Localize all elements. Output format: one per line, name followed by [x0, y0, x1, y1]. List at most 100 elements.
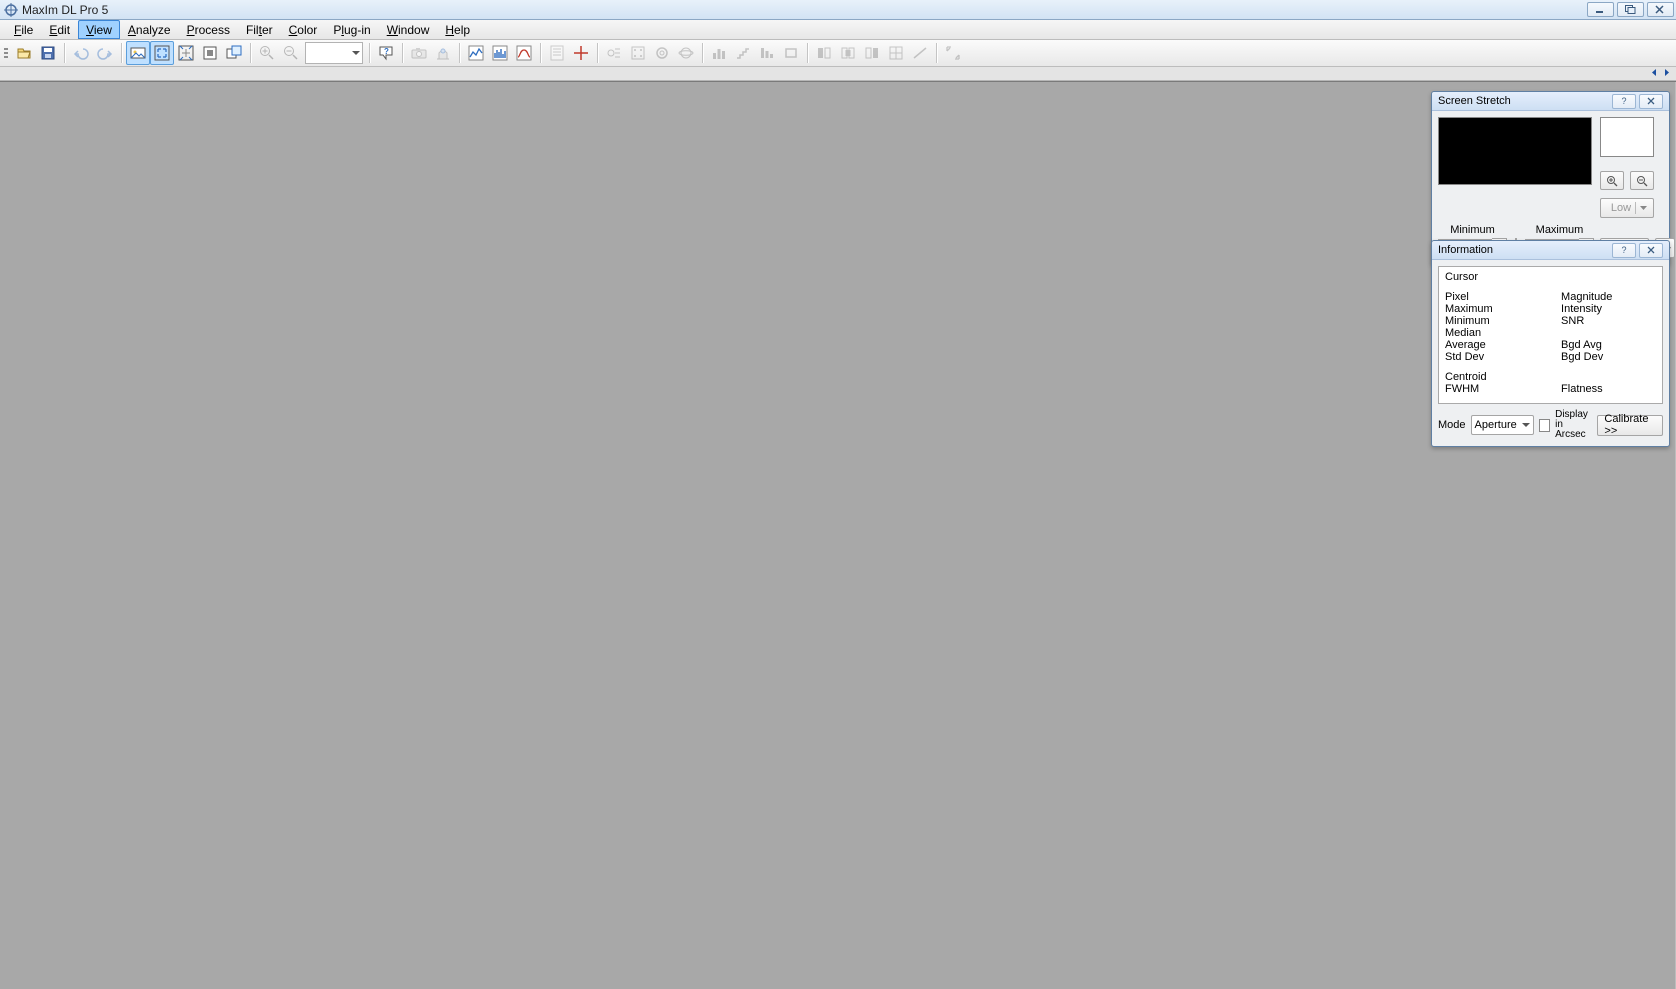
histogram-display[interactable]: [1438, 117, 1592, 185]
context-help-icon[interactable]: ?: [374, 41, 398, 65]
toolbar-grip[interactable]: [4, 43, 10, 63]
fit-view-icon[interactable]: [150, 41, 174, 65]
app-title: MaxIm DL Pro 5: [22, 3, 108, 17]
panel-help-button[interactable]: ?: [1612, 243, 1636, 258]
observatory-icon[interactable]: [431, 41, 455, 65]
redo-icon[interactable]: [93, 41, 117, 65]
expand-icon[interactable]: [941, 41, 965, 65]
info-label: SNR: [1561, 315, 1584, 327]
fits-header-icon[interactable]: [545, 41, 569, 65]
info-label: Bgd Avg: [1561, 339, 1602, 351]
display-arcsec-label: Display in Arcsec: [1555, 410, 1592, 440]
maximum-label: Maximum: [1536, 224, 1584, 236]
info-label: Intensity: [1561, 303, 1602, 315]
workspace: Screen Stretch ? Low: [0, 81, 1676, 989]
info-label: Pixel: [1445, 291, 1469, 303]
save-icon[interactable]: [36, 41, 60, 65]
panel-close-button[interactable]: [1639, 94, 1663, 109]
full-screen-icon[interactable]: [174, 41, 198, 65]
stretch-preset-label: Low: [1611, 202, 1631, 214]
stretch-preview: [1600, 117, 1654, 157]
fwhm-label: FWHM: [1445, 383, 1479, 395]
info-label: Minimum: [1445, 315, 1490, 327]
flatness-label: Flatness: [1561, 383, 1603, 395]
info-label: Maximum: [1445, 303, 1493, 315]
image-view-icon[interactable]: [126, 41, 150, 65]
menu-color[interactable]: Color: [281, 20, 326, 39]
panel-title-bar[interactable]: Screen Stretch ?: [1432, 92, 1669, 111]
maximize-button[interactable]: [1617, 2, 1644, 17]
cursor-label: Cursor: [1445, 271, 1656, 283]
camera-control-icon[interactable]: [407, 41, 431, 65]
info-label: Std Dev: [1445, 351, 1484, 363]
dock-scroll-left-icon[interactable]: [1650, 68, 1659, 77]
circle-tool-icon[interactable]: [650, 41, 674, 65]
menu-filter[interactable]: Filter: [238, 20, 281, 39]
info-label: Median: [1445, 327, 1481, 339]
minimum-label: Minimum: [1450, 224, 1495, 236]
zoom-out-icon[interactable]: [279, 41, 303, 65]
rect-icon[interactable]: [779, 41, 803, 65]
info-label: Bgd Dev: [1561, 351, 1603, 363]
planetarium-icon[interactable]: [674, 41, 698, 65]
chevron-down-icon: [1522, 423, 1530, 427]
open-icon[interactable]: [12, 41, 36, 65]
panel-help-button[interactable]: ?: [1612, 94, 1636, 109]
menu-edit[interactable]: Edit: [41, 20, 78, 39]
align-right-icon[interactable]: [860, 41, 884, 65]
toolbar: ?: [0, 40, 1676, 67]
graph-icon[interactable]: [464, 41, 488, 65]
svg-text:?: ?: [384, 47, 389, 56]
panel-close-button[interactable]: [1639, 243, 1663, 258]
levels-icon[interactable]: [755, 41, 779, 65]
information-panel: Information ? Cursor Pixel Magnitude Maxim…: [1431, 240, 1670, 447]
bar-chart-icon[interactable]: [707, 41, 731, 65]
screen-stretch-panel: Screen Stretch ? Low: [1431, 91, 1670, 265]
align-center-icon[interactable]: [836, 41, 860, 65]
dso-list-icon[interactable]: [602, 41, 626, 65]
dock-scroll-right-icon[interactable]: [1662, 68, 1671, 77]
panel-title-bar[interactable]: Information ?: [1432, 241, 1669, 260]
align-left-icon[interactable]: [812, 41, 836, 65]
minimize-button[interactable]: [1587, 2, 1614, 17]
menu-bar: FileEditViewAnalyzeProcessFilterColorPlu…: [0, 20, 1676, 40]
menu-view[interactable]: View: [78, 20, 120, 39]
menu-help[interactable]: Help: [437, 20, 478, 39]
chevron-down-icon: [1635, 202, 1647, 214]
crosshair-icon[interactable]: [198, 41, 222, 65]
close-button[interactable]: [1647, 2, 1674, 17]
display-arcsec-checkbox[interactable]: [1539, 419, 1550, 432]
info-label: Average: [1445, 339, 1486, 351]
dock-strip: [0, 67, 1676, 81]
menu-plug-in[interactable]: Plug-in: [325, 20, 378, 39]
histogram-stretch-icon[interactable]: [488, 41, 512, 65]
zoom-in-icon[interactable]: [255, 41, 279, 65]
preview-zoom-out-button[interactable]: [1630, 171, 1654, 190]
calibrate-button[interactable]: Calibrate >>: [1597, 415, 1663, 436]
annotate-icon[interactable]: [626, 41, 650, 65]
info-readout: Cursor Pixel Magnitude Maximum Intensity Min…: [1438, 266, 1663, 404]
undo-icon[interactable]: [69, 41, 93, 65]
line-icon[interactable]: [908, 41, 932, 65]
title-bar: MaxIm DL Pro 5: [0, 0, 1676, 20]
menu-process[interactable]: Process: [179, 20, 238, 39]
menu-window[interactable]: Window: [379, 20, 438, 39]
centroid-label: Centroid: [1445, 371, 1487, 383]
mode-label: Mode: [1438, 419, 1466, 431]
clone-view-icon[interactable]: [222, 41, 246, 65]
grid-icon[interactable]: [884, 41, 908, 65]
app-icon: [4, 3, 18, 17]
preview-zoom-in-button[interactable]: [1600, 171, 1624, 190]
mode-value: Aperture: [1475, 419, 1517, 431]
mode-select[interactable]: Aperture: [1471, 415, 1534, 435]
stretch-preset-button[interactable]: Low: [1600, 198, 1654, 218]
panel-title: Information: [1438, 244, 1493, 256]
menu-analyze[interactable]: Analyze: [120, 20, 179, 39]
target-icon[interactable]: [569, 41, 593, 65]
info-label: Magnitude: [1561, 291, 1612, 303]
steps-icon[interactable]: [731, 41, 755, 65]
menu-file[interactable]: File: [6, 20, 41, 39]
zoom-combo[interactable]: [305, 42, 363, 64]
chevron-down-icon: [352, 51, 360, 55]
line-profile-icon[interactable]: [512, 41, 536, 65]
